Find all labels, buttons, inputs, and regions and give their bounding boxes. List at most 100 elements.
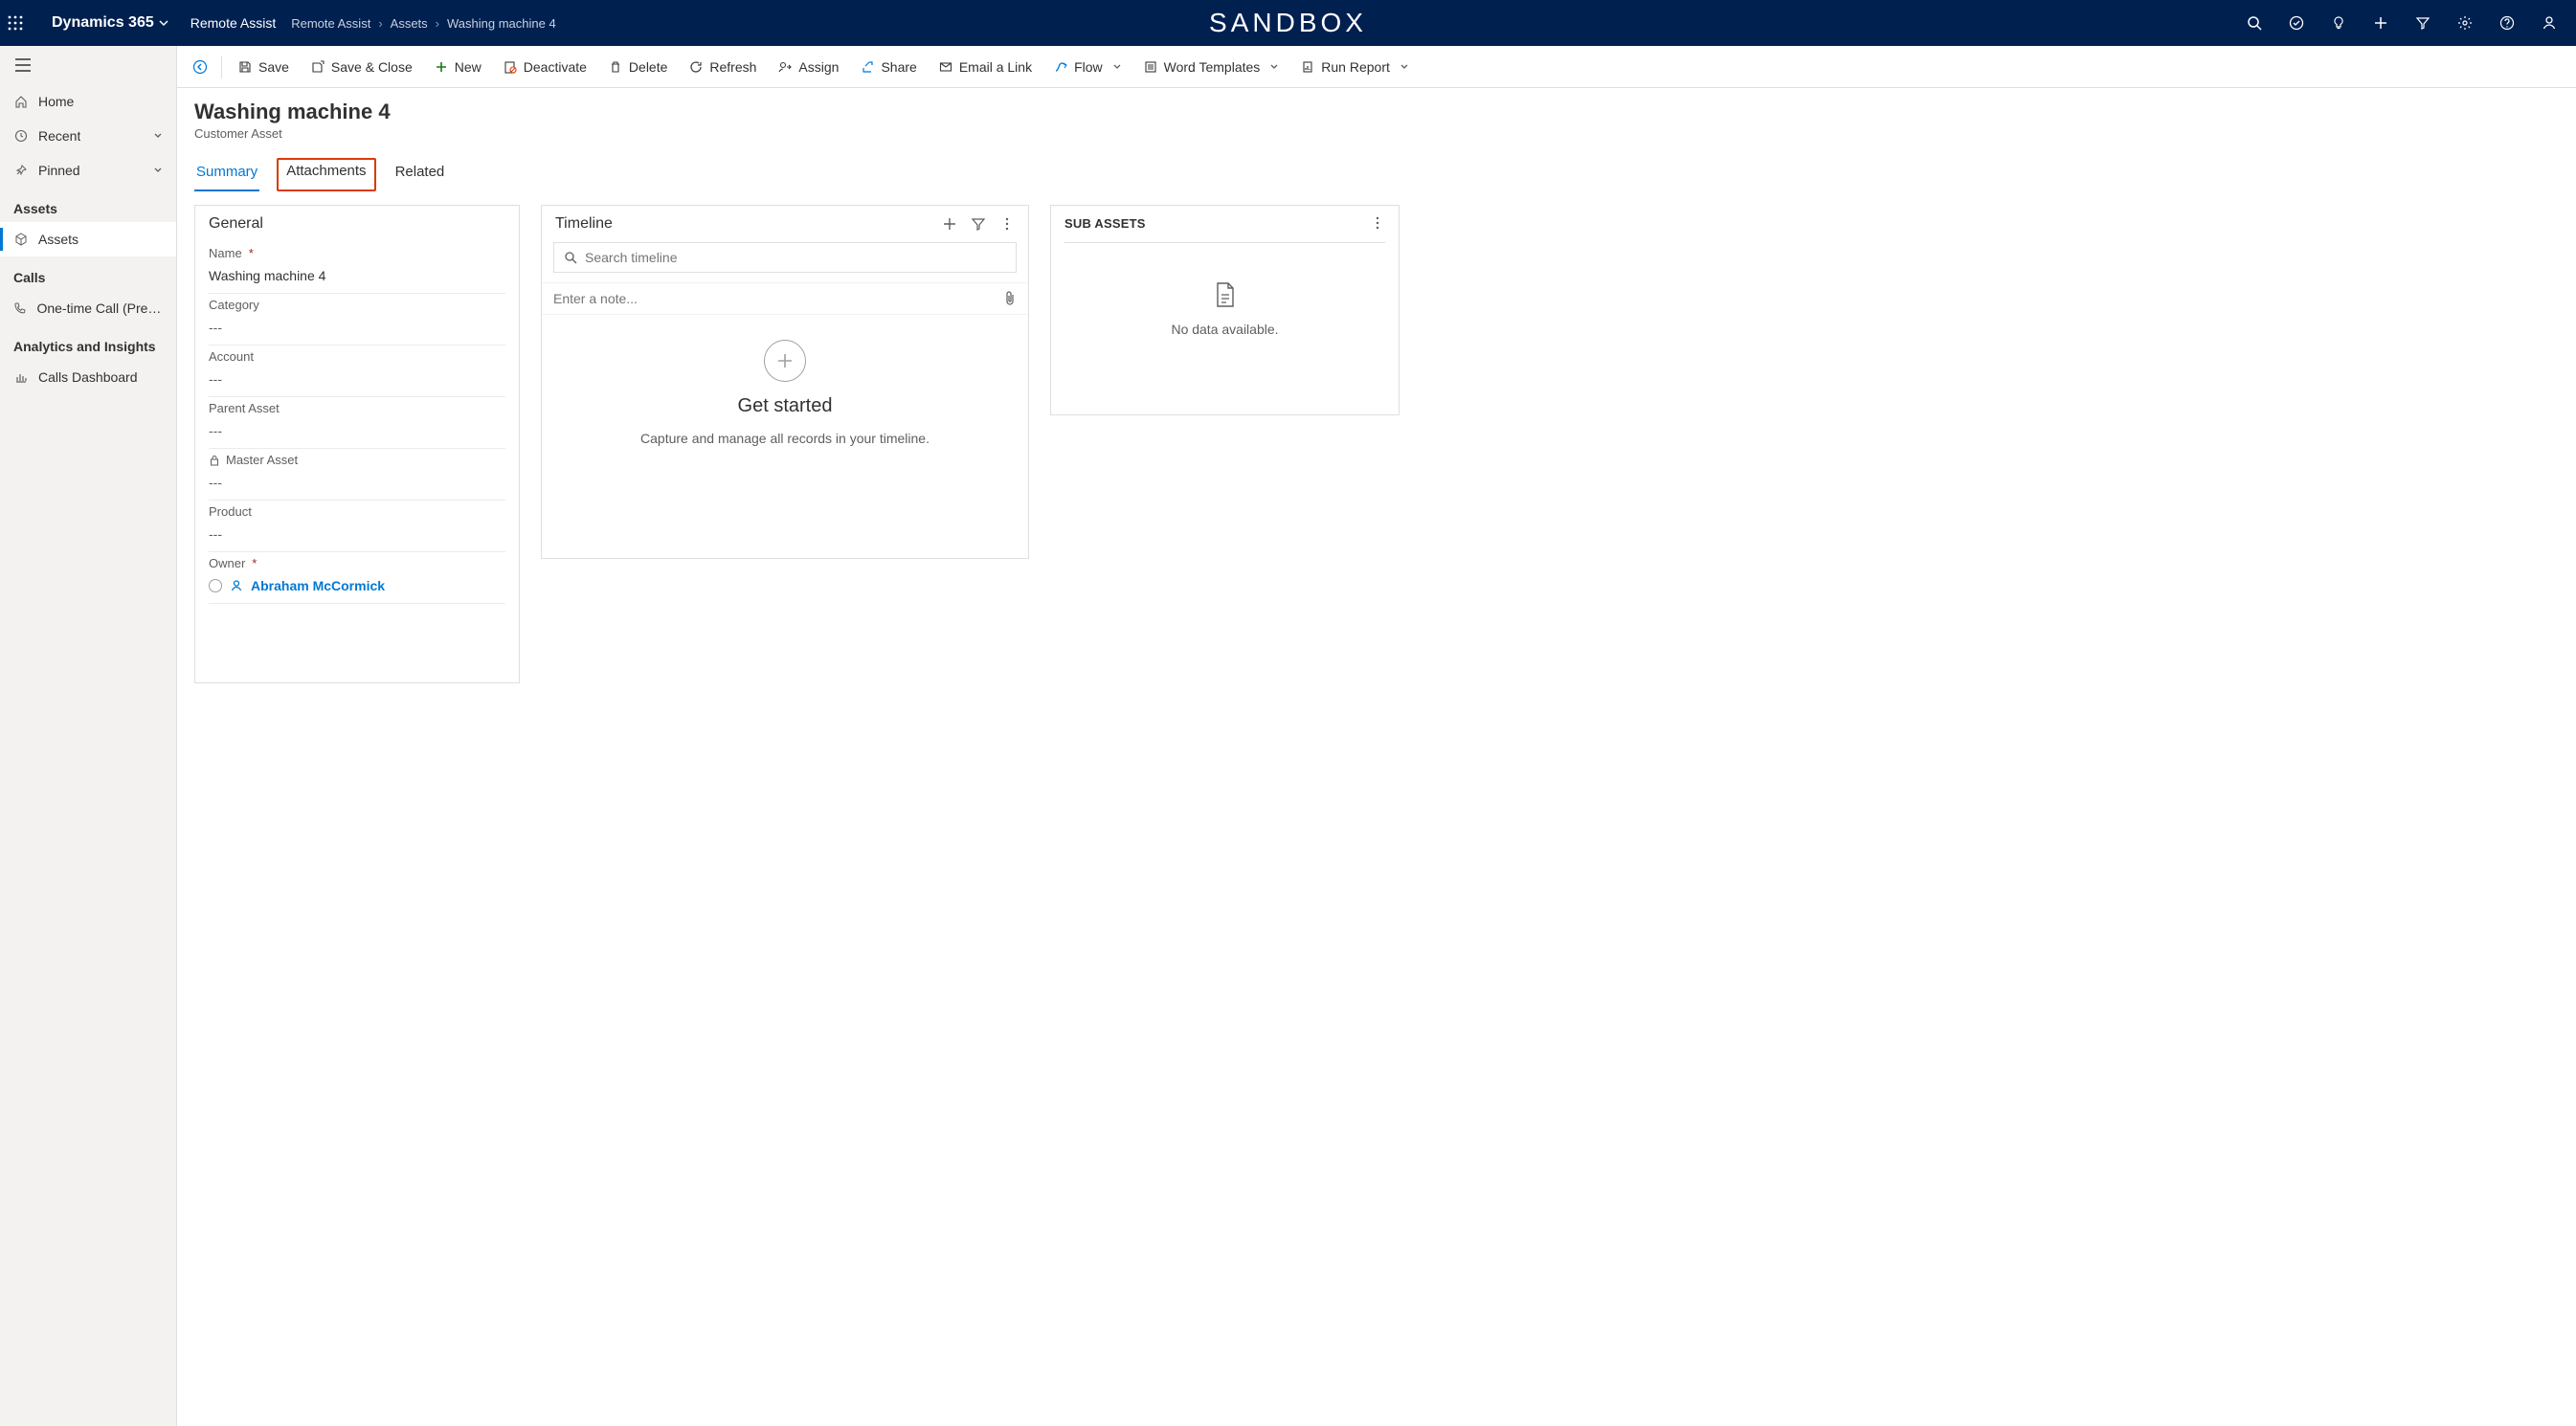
timeline-section: Timeline	[541, 205, 1029, 559]
cmd-label: Save & Close	[331, 59, 413, 75]
product-name[interactable]: Dynamics 365	[46, 14, 158, 32]
field-value-product[interactable]: ---	[209, 519, 505, 552]
filter-icon[interactable]	[2404, 0, 2442, 46]
person-icon	[230, 579, 243, 592]
more-icon[interactable]	[999, 216, 1015, 232]
section-title: SUB ASSETS	[1064, 216, 1146, 231]
attachment-icon[interactable]	[1003, 291, 1017, 306]
word-icon	[1143, 59, 1158, 75]
field-label-account: Account	[209, 349, 505, 364]
chevron-down-icon[interactable]	[1400, 62, 1409, 72]
add-circle-icon[interactable]	[764, 340, 806, 382]
add-record-icon[interactable]	[942, 216, 957, 232]
chevron-down-icon[interactable]	[1269, 62, 1279, 72]
lightbulb-icon[interactable]	[2319, 0, 2358, 46]
field-label-owner: Owner*	[209, 556, 505, 570]
account-icon[interactable]	[2530, 0, 2568, 46]
chevron-down-icon[interactable]	[1112, 62, 1122, 72]
timeline-search-input[interactable]	[585, 250, 1006, 265]
lock-icon	[209, 455, 220, 466]
word-templates-button[interactable]: Word Templates	[1133, 52, 1289, 82]
field-value-category[interactable]: ---	[209, 312, 505, 345]
field-label-master-asset: Master Asset	[209, 453, 505, 467]
tab-summary[interactable]: Summary	[194, 158, 259, 191]
assign-button[interactable]: Assign	[768, 52, 848, 82]
mail-icon	[938, 59, 953, 75]
gear-icon[interactable]	[2446, 0, 2484, 46]
share-icon	[860, 59, 875, 75]
cmd-label: Email a Link	[959, 59, 1032, 75]
sub-assets-empty: No data available.	[1051, 243, 1399, 364]
note-input[interactable]	[553, 291, 1003, 306]
tab-related[interactable]: Related	[393, 158, 447, 191]
help-icon[interactable]	[2488, 0, 2526, 46]
app-name[interactable]: Remote Assist	[181, 15, 291, 31]
command-bar: Save Save & Close New Deactivate Delete …	[177, 46, 2576, 88]
tab-attachments[interactable]: Attachments	[277, 158, 375, 191]
sidebar-item-home[interactable]: Home	[0, 84, 176, 119]
document-icon	[1214, 281, 1237, 308]
save-close-button[interactable]: Save & Close	[301, 52, 422, 82]
chevron-down-icon	[153, 131, 163, 141]
field-value-name[interactable]: Washing machine 4	[209, 260, 505, 294]
sidebar-item-recent[interactable]: Recent	[0, 119, 176, 153]
task-icon[interactable]	[2277, 0, 2316, 46]
breadcrumb-item[interactable]: Assets	[391, 16, 428, 31]
save-close-icon	[310, 59, 325, 75]
pin-icon	[13, 163, 29, 178]
global-nav: Dynamics 365 Remote Assist Remote Assist…	[0, 0, 2576, 46]
general-section: General Name* Washing machine 4 Category…	[194, 205, 520, 683]
hamburger-icon[interactable]	[0, 46, 176, 84]
cmd-label: New	[455, 59, 482, 75]
tab-list: Summary Attachments Related	[194, 158, 2559, 191]
field-value-parent-asset[interactable]: ---	[209, 415, 505, 449]
refresh-button[interactable]: Refresh	[679, 52, 766, 82]
timeline-note-entry[interactable]	[542, 282, 1028, 315]
sidebar-item-label: One-time Call (Previe...	[36, 301, 163, 316]
search-icon[interactable]	[2235, 0, 2274, 46]
cmd-label: Save	[258, 59, 289, 75]
sidebar-item-label: Recent	[38, 128, 80, 144]
delete-button[interactable]: Delete	[598, 52, 677, 82]
home-icon	[13, 94, 29, 109]
timeline-search[interactable]	[553, 242, 1017, 273]
new-button[interactable]: New	[424, 52, 491, 82]
cmd-label: Run Report	[1321, 59, 1390, 75]
sidebar-group-analytics: Analytics and Insights	[0, 325, 176, 360]
field-label-parent-asset: Parent Asset	[209, 401, 505, 415]
sidebar-item-calls-dashboard[interactable]: Calls Dashboard	[0, 360, 176, 394]
email-link-button[interactable]: Email a Link	[929, 52, 1042, 82]
form-content: Washing machine 4 Customer Asset Summary…	[177, 88, 2576, 1426]
save-icon	[237, 59, 253, 75]
breadcrumb-item[interactable]: Remote Assist	[291, 16, 370, 31]
divider	[221, 56, 222, 78]
phone-icon	[13, 301, 27, 316]
run-report-button[interactable]: Run Report	[1290, 52, 1419, 82]
assign-icon	[777, 59, 793, 75]
save-button[interactable]: Save	[228, 52, 299, 82]
field-value-owner[interactable]: Abraham McCormick	[209, 570, 505, 604]
field-value-account[interactable]: ---	[209, 364, 505, 397]
deactivate-button[interactable]: Deactivate	[493, 52, 596, 82]
breadcrumb-item[interactable]: Washing machine 4	[447, 16, 556, 31]
refresh-icon	[688, 59, 704, 75]
go-back-button[interactable]	[185, 52, 215, 82]
add-icon[interactable]	[2362, 0, 2400, 46]
owner-link[interactable]: Abraham McCormick	[251, 578, 385, 593]
sidebar-item-assets[interactable]: Assets	[0, 222, 176, 256]
filter-icon[interactable]	[971, 216, 986, 232]
sidebar-group-calls: Calls	[0, 256, 176, 291]
field-label-product: Product	[209, 504, 505, 519]
product-chevron-icon[interactable]	[158, 17, 181, 29]
share-button[interactable]: Share	[850, 52, 926, 82]
flow-button[interactable]: Flow	[1043, 52, 1131, 82]
sidebar-item-pinned[interactable]: Pinned	[0, 153, 176, 188]
app-launcher-icon[interactable]	[8, 15, 46, 31]
main-area: Save Save & Close New Deactivate Delete …	[177, 46, 2576, 1426]
more-icon[interactable]	[1370, 215, 1385, 231]
empty-text: No data available.	[1171, 322, 1278, 337]
sidebar-item-onetime-call[interactable]: One-time Call (Previe...	[0, 291, 176, 325]
cmd-label: Refresh	[709, 59, 756, 75]
sidebar-item-label: Pinned	[38, 163, 80, 178]
environment-label: SANDBOX	[1209, 8, 1367, 38]
